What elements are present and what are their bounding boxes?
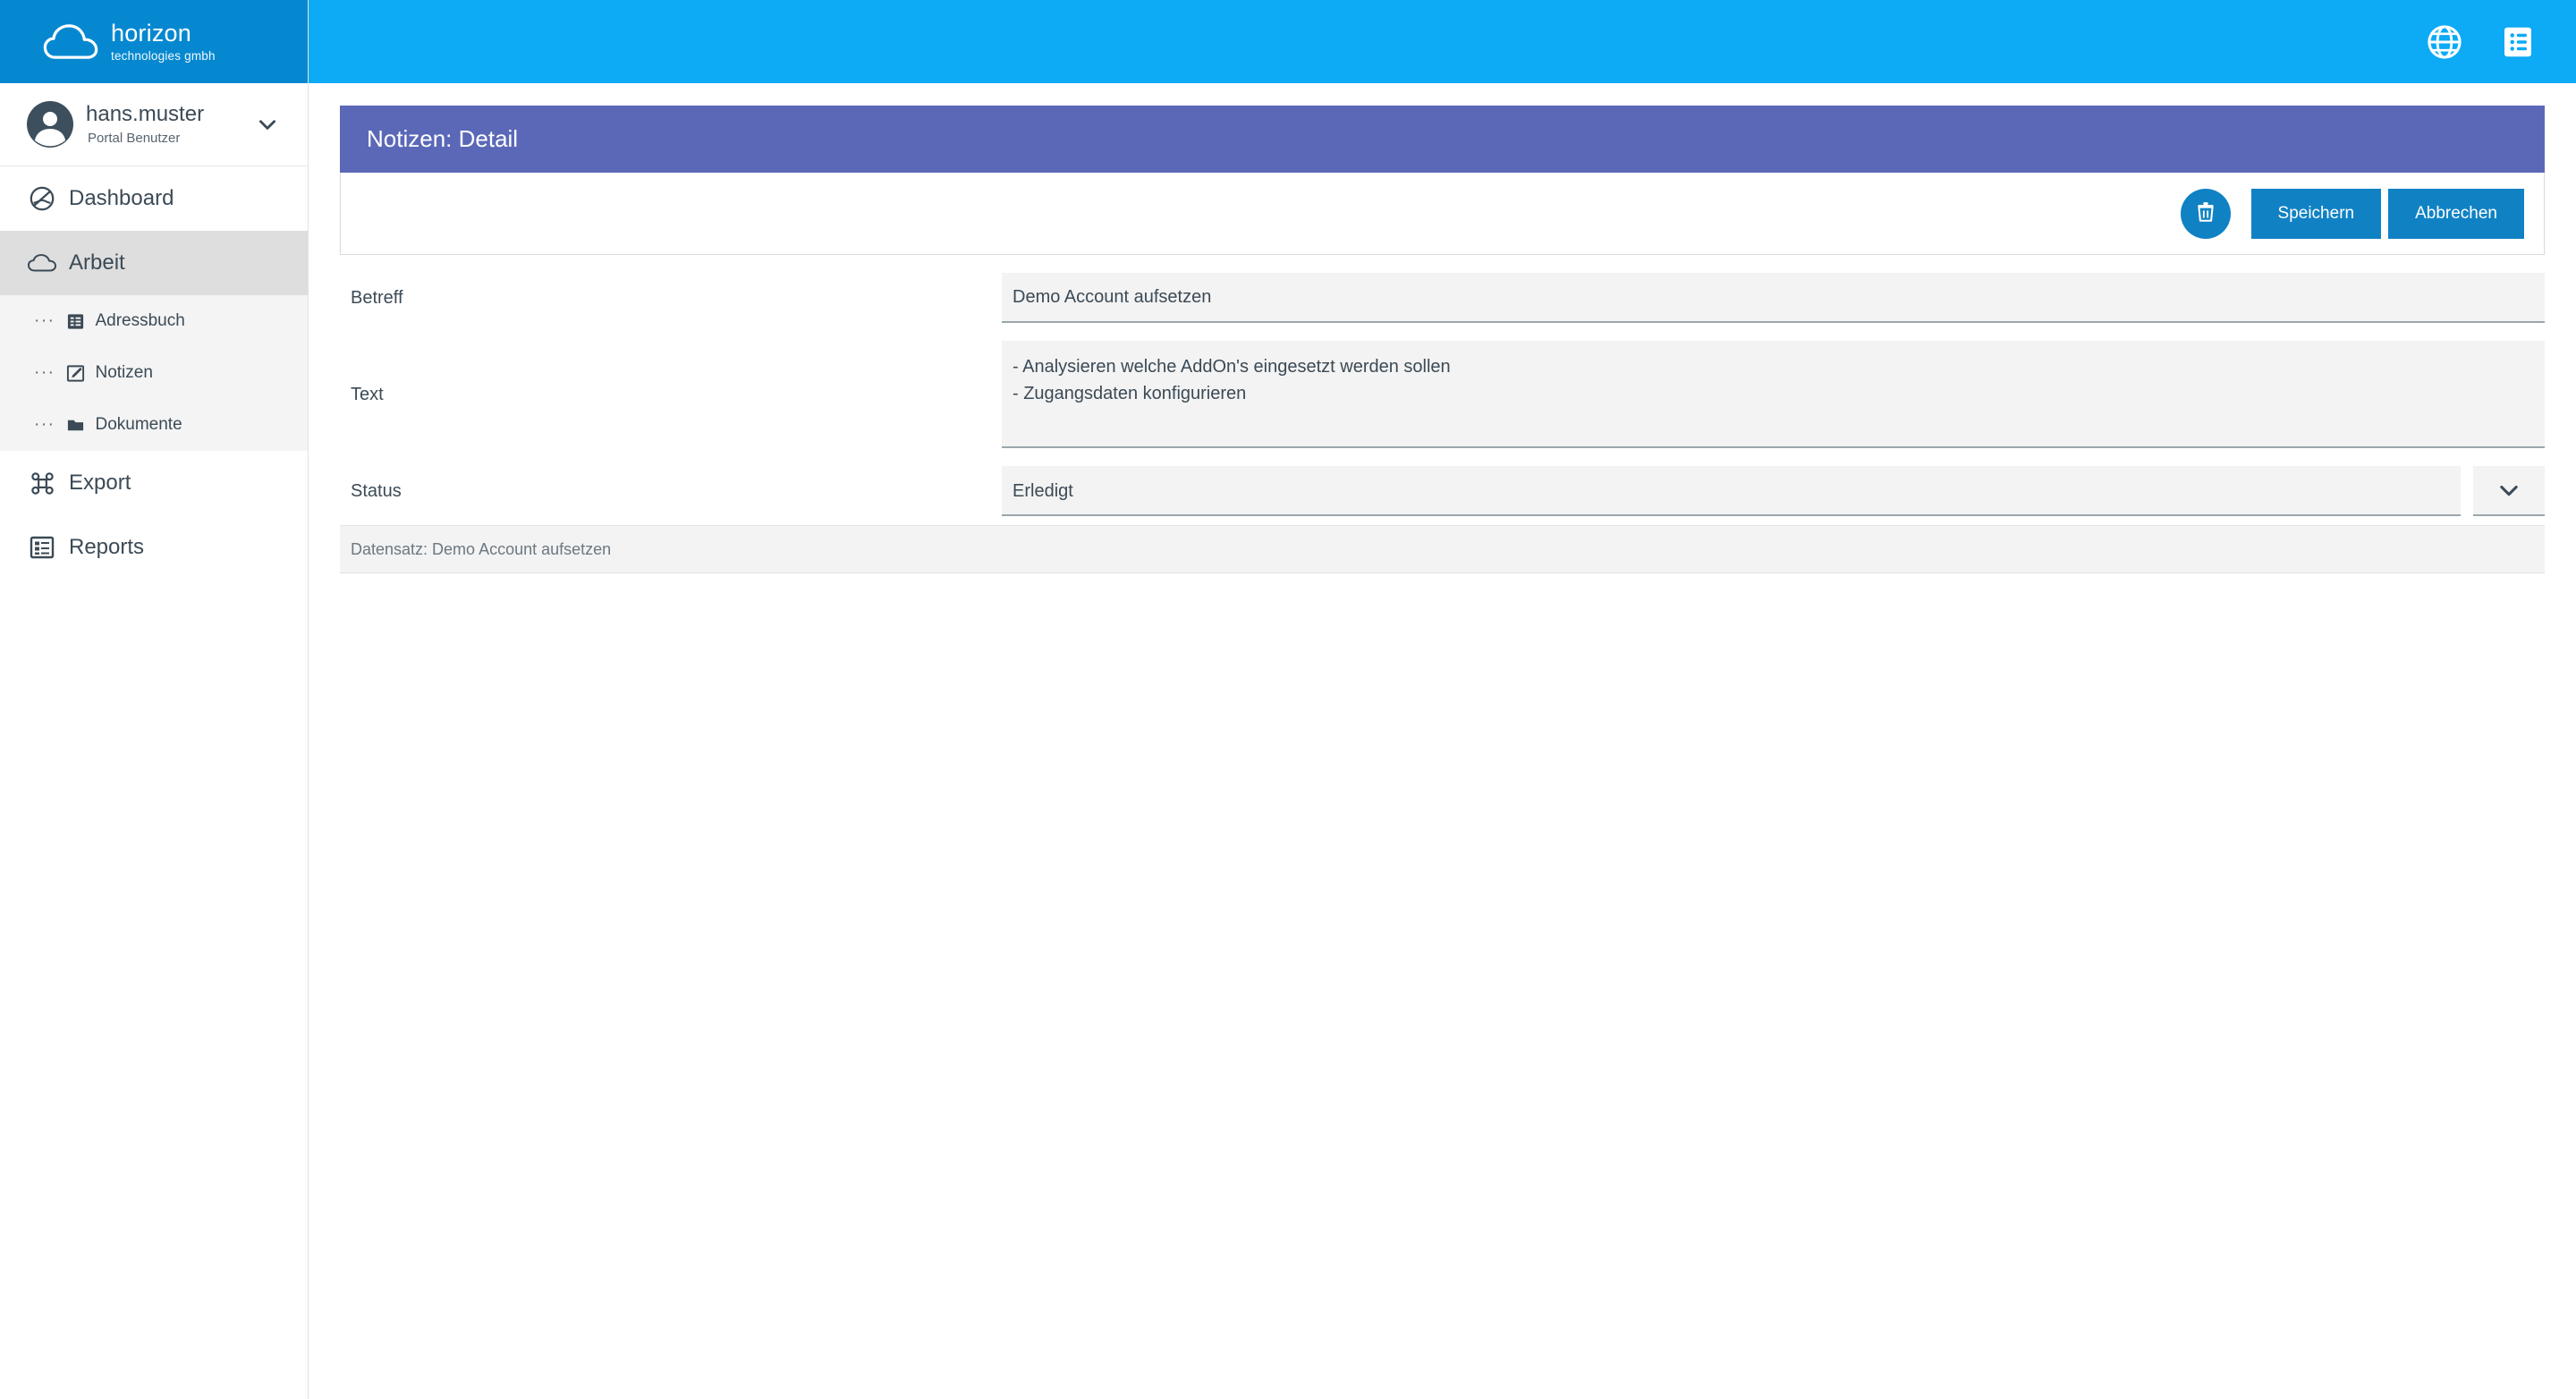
brand-tagline: technologies gmbh (111, 48, 216, 63)
record-status-text: Datensatz: Demo Account aufsetzen (351, 539, 612, 558)
status-select[interactable]: Erledigt (1002, 466, 2545, 516)
list-document-icon[interactable] (2497, 21, 2538, 63)
control-text: - Analysieren welche AddOn's eingesetzt … (1002, 332, 2545, 457)
sidebar-nav: Dashboard Arbeit ··· Adressbuch ··· Noti… (0, 166, 308, 580)
sidebar-item-label: Reports (69, 535, 145, 559)
action-toolbar: Speichern Abbrechen (340, 173, 2545, 255)
trash-icon (2194, 200, 2217, 226)
sidebar-item-reports[interactable]: Reports (0, 515, 308, 580)
delete-button[interactable] (2180, 188, 2231, 239)
sidebar-item-label: Dashboard (69, 186, 174, 210)
brand-logo[interactable]: horizon technologies gmbh (0, 0, 308, 83)
sidebar-item-dokumente[interactable]: ··· Dokumente (0, 399, 308, 451)
cancel-button[interactable]: Abbrechen (2388, 188, 2524, 239)
panel-header: Notizen: Detail (340, 106, 2545, 173)
detail-panel: Notizen: Detail Speichern Abbrechen Betr… (340, 106, 2545, 573)
form-row-text: Text - Analysieren welche AddOn's einges… (340, 332, 2545, 457)
record-status-bar: Datensatz: Demo Account aufsetzen (340, 525, 2545, 573)
sidebar-item-export[interactable]: Export (0, 451, 308, 515)
sidebar-item-adressbuch[interactable]: ··· Adressbuch (0, 295, 308, 347)
sidebar-subitem-label: Notizen (95, 363, 153, 382)
user-block[interactable]: hans.muster Portal Benutzer (0, 83, 308, 166)
cloud-slash-icon (27, 183, 57, 214)
sidebar-subitem-label: Dokumente (95, 415, 182, 434)
label-status: Status (351, 480, 402, 501)
sidebar-subnav: ··· Adressbuch ··· Notizen ··· Dokumente (0, 295, 308, 451)
chevron-down-icon[interactable] (254, 111, 281, 138)
command-icon (27, 468, 57, 498)
user-role: Portal Benutzer (88, 131, 181, 147)
brand-name: horizon (111, 20, 191, 47)
page-title: Notizen: Detail (367, 125, 519, 152)
user-name: hans.muster (86, 101, 205, 126)
betreff-input[interactable] (1002, 273, 2545, 323)
status-select-value[interactable]: Erledigt (1002, 466, 2461, 516)
folder-icon (64, 413, 87, 437)
dots-icon: ··· (34, 363, 55, 383)
app-root: horizon technologies gmbh hans.muster Po… (0, 0, 2576, 1399)
table-grid-icon (27, 532, 57, 563)
detail-form: Betreff Text - Analysieren welche AddOn'… (340, 255, 2545, 525)
sidebar-item-notizen[interactable]: ··· Notizen (0, 347, 308, 399)
sidebar-item-arbeit[interactable]: Arbeit (0, 231, 308, 295)
save-button[interactable]: Speichern (2250, 188, 2382, 239)
globe-icon[interactable] (2424, 21, 2465, 63)
dots-icon: ··· (34, 415, 55, 435)
sidebar: horizon technologies gmbh hans.muster Po… (0, 0, 309, 1399)
main-content: Notizen: Detail Speichern Abbrechen Betr… (309, 83, 2576, 1399)
sidebar-subitem-label: Adressbuch (95, 311, 185, 330)
cloud-icon (43, 23, 98, 61)
sidebar-item-label: Arbeit (69, 250, 125, 275)
dots-icon: ··· (34, 311, 55, 331)
control-betreff (1002, 264, 2545, 332)
user-texts: hans.muster Portal Benutzer (86, 101, 254, 147)
list-icon (64, 309, 87, 333)
brand-text: horizon technologies gmbh (111, 20, 216, 63)
label-text: Text (351, 384, 384, 404)
chevron-down-icon[interactable] (2473, 466, 2545, 516)
form-row-status: Status Erledigt (340, 457, 2545, 525)
form-row-betreff: Betreff (340, 264, 2545, 332)
label-betreff: Betreff (351, 287, 403, 308)
cloud-outline-icon (27, 248, 57, 278)
edit-square-icon (64, 361, 87, 385)
sidebar-item-dashboard[interactable]: Dashboard (0, 166, 308, 231)
sidebar-item-label: Export (69, 471, 131, 495)
top-header (309, 0, 2576, 83)
user-avatar-icon (27, 101, 73, 148)
text-textarea[interactable]: - Analysieren welche AddOn's eingesetzt … (1002, 341, 2545, 448)
control-status: Erledigt (1002, 457, 2545, 525)
